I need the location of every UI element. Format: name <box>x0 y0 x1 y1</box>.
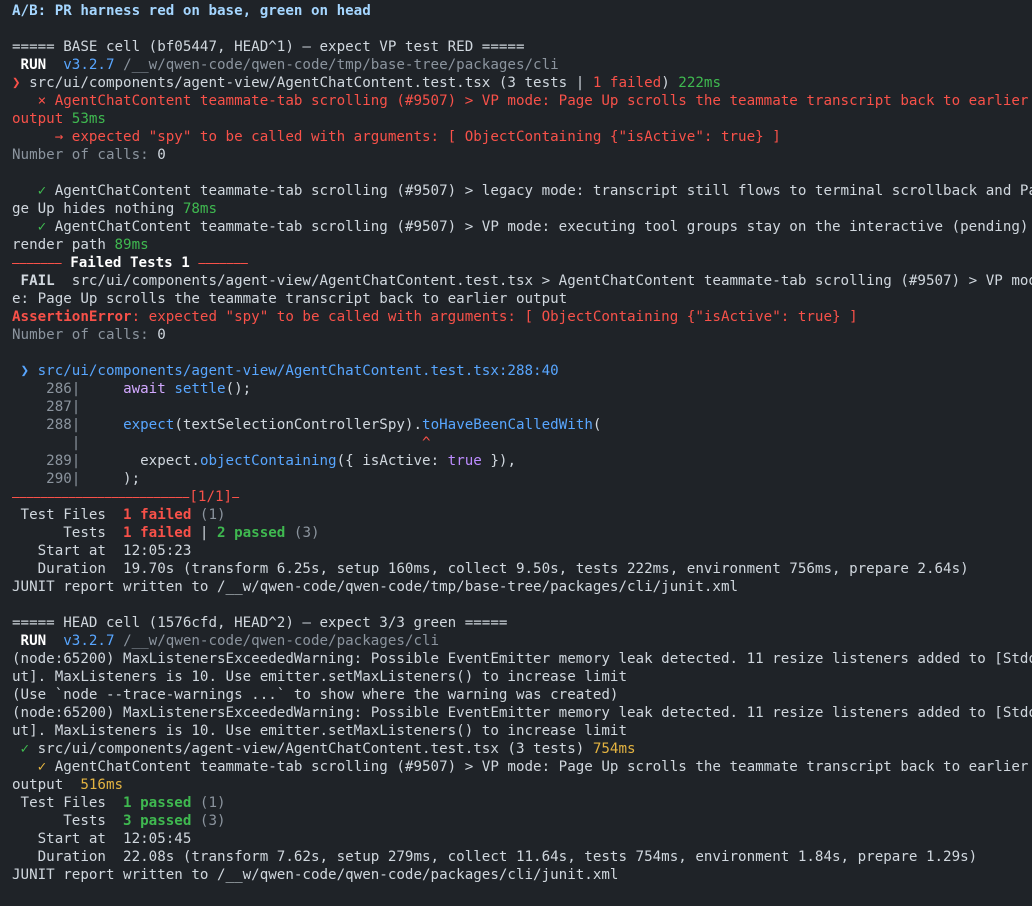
head-warning-1-wrap: ut]. MaxListeners is 10. Use emitter.set… <box>12 669 627 685</box>
head-warning-hint: (Use `node --trace-warnings ...` to show… <box>12 687 619 703</box>
code-caret-line: | ^ <box>12 435 431 451</box>
head-suite-line: ✓ src/ui/components/agent-view/AgentChat… <box>12 741 636 757</box>
head-run-line: RUN v3.2.7 /__w/qwen-code/qwen-code/pack… <box>20 633 440 649</box>
base-pass-case-1: ✓ AgentChatContent teammate-tab scrollin… <box>12 183 1032 199</box>
code-line-286: 286| await settle(); <box>12 381 252 397</box>
head-summary-duration: Duration 22.08s (transform 7.62s, setup … <box>12 849 978 865</box>
failed-tests-bar: ⎯⎯⎯⎯⎯⎯⎯ Failed Tests 1 ⎯⎯⎯⎯⎯⎯⎯ <box>12 255 249 271</box>
base-arrow-message: → expected "spy" to be called with argum… <box>12 129 781 145</box>
base-pass-case-2: ✓ AgentChatContent teammate-tab scrollin… <box>12 219 1029 235</box>
fail-detail-wrap: e: Page Up scrolls the teammate transcri… <box>12 291 568 307</box>
code-line-287: 287| <box>12 399 81 415</box>
section-title: A/B: PR harness red on base, green on he… <box>12 3 371 19</box>
base-junit-report: JUNIT report written to /__w/qwen-code/q… <box>12 579 739 595</box>
head-summary-tests: Tests 3 passed (3) <box>12 813 226 829</box>
assertion-calls-count: Number of calls: 0 <box>12 327 166 343</box>
head-summary-files: Test Files 1 passed (1) <box>12 795 226 811</box>
base-calls-count: Number of calls: 0 <box>12 147 166 163</box>
base-run-line: RUN v3.2.7 /__w/qwen-code/qwen-code/tmp/… <box>20 57 559 73</box>
base-pass-case-1-wrap: ge Up hides nothing 78ms <box>12 201 218 217</box>
base-suite-line: ❯ src/ui/components/agent-view/AgentChat… <box>12 75 721 91</box>
head-pass-case: ✓ AgentChatContent teammate-tab scrollin… <box>12 759 1029 775</box>
code-line-288: 288| expect(textSelectionControllerSpy).… <box>12 417 602 433</box>
base-summary-start: Start at 12:05:23 <box>12 543 192 559</box>
code-line-290: 290| ); <box>12 471 141 487</box>
head-warning-2: (node:65200) MaxListenersExceededWarning… <box>12 705 1032 721</box>
base-fail-case-wrap: output 53ms <box>12 111 106 127</box>
base-summary-tests: Tests 1 failed | 2 passed (3) <box>12 525 320 541</box>
base-pass-case-2-wrap: render path 89ms <box>12 237 149 253</box>
head-pass-case-wrap: output 516ms <box>12 777 124 793</box>
base-header: ===== BASE cell (bf05447, HEAD^1) — expe… <box>12 39 525 55</box>
terminal-output: A/B: PR harness red on base, green on he… <box>0 0 1032 884</box>
head-summary-start: Start at 12:05:45 <box>12 831 192 847</box>
head-warning-1: (node:65200) MaxListenersExceededWarning… <box>12 651 1032 667</box>
assertion-error: AssertionError: expected "spy" to be cal… <box>12 309 858 325</box>
pager-bar: ⎯⎯⎯⎯⎯⎯⎯⎯⎯⎯⎯⎯⎯⎯⎯⎯⎯⎯⎯⎯⎯⎯⎯⎯⎯[1/1]⎯ <box>12 489 240 505</box>
code-line-289: 289| expect.objectContaining({ isActive:… <box>12 453 516 469</box>
source-location: ❯ src/ui/components/agent-view/AgentChat… <box>12 363 559 379</box>
base-summary-files: Test Files 1 failed (1) <box>12 507 226 523</box>
head-junit-report: JUNIT report written to /__w/qwen-code/q… <box>12 867 619 883</box>
base-summary-duration: Duration 19.70s (transform 6.25s, setup … <box>12 561 969 577</box>
fail-detail-line: FAIL src/ui/components/agent-view/AgentC… <box>12 273 1032 289</box>
head-header: ===== HEAD cell (1576cfd, HEAD^2) — expe… <box>12 615 508 631</box>
head-warning-2-wrap: ut]. MaxListeners is 10. Use emitter.set… <box>12 723 627 739</box>
base-fail-case: × AgentChatContent teammate-tab scrollin… <box>12 93 1029 109</box>
